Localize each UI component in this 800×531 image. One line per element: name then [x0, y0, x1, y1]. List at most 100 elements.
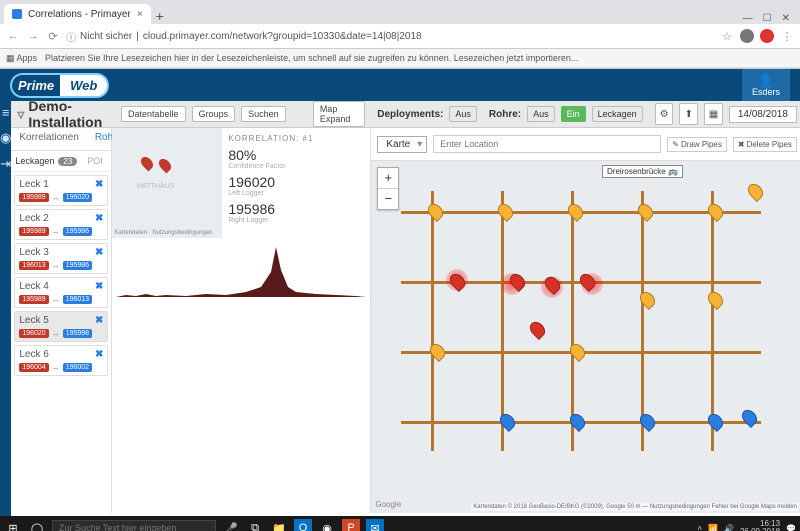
marker-yellow-icon[interactable] — [745, 181, 766, 202]
logger-badge-b: 196020 — [63, 193, 92, 202]
map-canvas[interactable]: + − Dreirosenbrücke 🚌 — [371, 161, 800, 513]
remove-leak-icon[interactable]: ✖ — [95, 179, 103, 190]
taskbar-search[interactable] — [52, 520, 216, 531]
marker-yellow-icon[interactable] — [495, 201, 516, 222]
draw-pipes-button[interactable]: ✎ Draw Pipes — [667, 137, 727, 152]
rohre-aus[interactable]: Aus — [527, 106, 555, 122]
remove-leak-icon[interactable]: ✖ — [95, 247, 103, 258]
remove-leak-icon[interactable]: ✖ — [95, 213, 103, 224]
upload-icon[interactable]: ⬆ — [679, 103, 698, 125]
map-panel: Karte ✎ Draw Pipes ✖ Delete Pipes + − Dr… — [370, 128, 800, 513]
marker-blue-icon[interactable] — [739, 407, 760, 428]
forward-icon[interactable]: → — [26, 29, 40, 43]
volume-icon[interactable]: 🔊 — [724, 524, 734, 531]
groups-button[interactable]: Groups — [192, 106, 236, 122]
tray-up-icon[interactable]: ˄ — [697, 524, 702, 531]
new-tab-button[interactable]: + — [151, 8, 169, 24]
tray[interactable]: ˄ 📶 🔊 16:13 26.09.2018 💬 — [697, 520, 796, 531]
apps-shortcut[interactable]: ▦ Apps — [6, 53, 37, 64]
calendar-icon[interactable]: ▦ — [704, 103, 723, 125]
filter-poi[interactable]: POI — [87, 156, 103, 166]
mini-map[interactable]: MATTHÄUS Kartendaten · Nutzungsbedingung… — [112, 128, 222, 238]
logo-prime: Prime — [10, 73, 60, 98]
explorer-icon[interactable]: 📁 — [270, 519, 288, 531]
correlation-details: KORRELATION: #1 80% Confidence Factor 19… — [222, 128, 370, 238]
remove-leak-icon[interactable]: ✖ — [95, 281, 103, 292]
rohre-ein[interactable]: Ein — [561, 106, 586, 122]
pipe — [711, 191, 714, 451]
powerpoint-icon[interactable]: P — [342, 519, 360, 531]
extension-icon[interactable] — [740, 29, 754, 43]
user-icon: 👤 — [758, 74, 774, 87]
map-toolbar: Karte ✎ Draw Pipes ✖ Delete Pipes — [371, 128, 800, 161]
delete-pipes-button[interactable]: ✖ Delete Pipes — [733, 137, 797, 152]
maximize-icon[interactable]: ☐ — [763, 13, 772, 24]
correlation-panel: MATTHÄUS Kartendaten · Nutzungsbedingung… — [112, 128, 370, 513]
marker-blue-icon[interactable] — [705, 411, 726, 432]
back-icon[interactable]: ← — [6, 29, 20, 43]
leak-item[interactable]: Leck 3✖196013↔195986 — [14, 243, 108, 274]
zoom-in-button[interactable]: + — [378, 168, 398, 189]
datentabelle-button[interactable]: Datentabelle — [121, 106, 186, 122]
marker-yellow-icon[interactable] — [425, 201, 446, 222]
map-expand-button[interactable]: Map Expand — [313, 101, 365, 127]
user-menu[interactable]: 👤 Esders — [742, 69, 790, 101]
leak-item[interactable]: Leck 5✖196020↔195998 — [14, 311, 108, 342]
logo[interactable]: Prime Web — [10, 73, 109, 98]
tab-title: Correlations - Primayer — [28, 9, 131, 20]
map-type-select[interactable]: Karte — [377, 136, 427, 153]
pipe — [641, 191, 644, 451]
close-window-icon[interactable]: ✕ — [782, 13, 790, 24]
gear-icon[interactable]: ⚙ — [655, 103, 674, 125]
notifications-icon[interactable]: 💬 — [786, 524, 796, 531]
suchen-button[interactable]: Suchen — [241, 106, 286, 122]
close-tab-icon[interactable]: × — [137, 9, 143, 20]
leckagen-toggle[interactable]: Leckagen — [592, 106, 643, 122]
left-logger-label: Left Logger — [228, 190, 364, 197]
marker-yellow-icon[interactable] — [705, 289, 726, 310]
leak-item[interactable]: Leck 6✖196004↔196002 — [14, 345, 108, 376]
pipe — [571, 191, 574, 451]
export-icon[interactable]: ⇥ — [0, 156, 11, 172]
deployments-label: Deployments: — [377, 109, 443, 120]
remove-leak-icon[interactable]: ✖ — [95, 349, 103, 360]
taskview-icon[interactable]: ⧉ — [246, 519, 264, 531]
mini-sidebar: ≡ ◉ ⇥ — [0, 101, 11, 516]
start-icon[interactable]: ⊞ — [4, 519, 22, 531]
menu-icon[interactable]: ≡ — [2, 105, 10, 120]
menu-icon[interactable]: ⋮ — [780, 29, 794, 43]
marker-red-icon[interactable] — [527, 319, 548, 340]
remove-leak-icon[interactable]: ✖ — [95, 315, 103, 326]
globe-icon[interactable]: ◉ — [0, 130, 11, 146]
network-icon[interactable]: 📶 — [708, 524, 718, 531]
outlook-icon[interactable]: O — [294, 519, 312, 531]
leak-list: Leck 1✖195989↔196020Leck 2✖195989↔195986… — [11, 172, 111, 513]
cortana-icon[interactable]: ◯ — [28, 519, 46, 531]
logger-badge-a: 196004 — [19, 363, 48, 372]
filter-leckagen[interactable]: Leckagen — [15, 156, 54, 166]
leak-name: Leck 3 — [19, 247, 48, 258]
browser-tab[interactable]: Correlations - Primayer × — [4, 4, 151, 24]
zoom-control: + − — [377, 167, 399, 210]
windows-taskbar: ⊞ ◯ 🎤 ⧉ 📁 O ◉ P ✉ ˄ 📶 🔊 16:13 26.09.2018… — [0, 516, 800, 531]
mic-icon[interactable]: 🎤 — [222, 519, 240, 531]
tab-korrelationen[interactable]: Korrelationen — [11, 128, 86, 150]
outlook2-icon[interactable]: ✉ — [366, 519, 384, 531]
zoom-out-button[interactable]: − — [378, 189, 398, 209]
leak-item[interactable]: Leck 4✖195989↔196013 — [14, 277, 108, 308]
star-icon[interactable]: ☆ — [720, 29, 734, 43]
minimize-icon[interactable]: — — [743, 13, 753, 24]
date-field[interactable]: 14/08/2018 — [729, 106, 797, 123]
omnibox[interactable]: ⓘ Nicht sicher | cloud.primayer.com/netw… — [66, 29, 714, 44]
logger-badge-b: 196002 — [63, 363, 92, 372]
leak-item[interactable]: Leck 2✖195989↔195986 — [14, 209, 108, 240]
location-input[interactable] — [433, 135, 661, 153]
deployments-toggle[interactable]: Aus — [449, 106, 477, 122]
marker-yellow-icon[interactable] — [565, 201, 586, 222]
leak-item[interactable]: Leck 1✖195989↔196020 — [14, 175, 108, 206]
chrome-icon[interactable]: ◉ — [318, 519, 336, 531]
adblock-icon[interactable] — [760, 29, 774, 43]
marker-yellow-icon[interactable] — [705, 201, 726, 222]
reload-icon[interactable]: ⟳ — [46, 29, 60, 43]
marker-yellow-icon[interactable] — [635, 201, 656, 222]
